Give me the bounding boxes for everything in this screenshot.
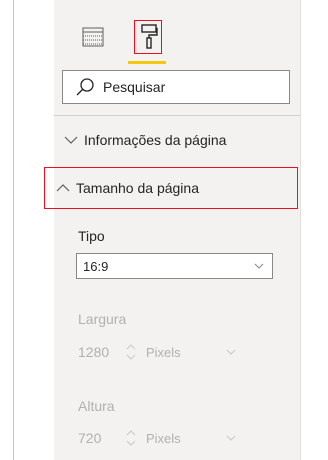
fields-tab[interactable] — [78, 20, 108, 54]
search-box[interactable] — [62, 70, 290, 104]
chevron-down-icon — [254, 263, 264, 269]
section-page-size[interactable]: Tamanho da página — [44, 167, 298, 209]
height-value[interactable]: 720 — [78, 430, 124, 446]
width-label: Largura — [78, 311, 127, 327]
width-unit[interactable]: Pixels — [146, 345, 226, 360]
chevron-down-icon — [226, 435, 236, 441]
section-page-info-label: Informações da página — [84, 132, 227, 148]
search-icon — [76, 78, 94, 96]
width-stepper-icon[interactable] — [124, 341, 138, 363]
height-unit[interactable]: Pixels — [146, 431, 226, 446]
fields-grid-icon — [82, 27, 104, 47]
format-pane: Informações da página Tamanho da página … — [44, 0, 301, 460]
height-row: 720 Pixels — [78, 424, 278, 452]
type-select[interactable]: 16:9 — [76, 253, 273, 279]
width-value[interactable]: 1280 — [78, 344, 124, 360]
chevron-up-icon — [56, 184, 70, 192]
chevron-down-icon — [64, 136, 78, 144]
height-label: Altura — [78, 398, 115, 414]
height-stepper-icon[interactable] — [124, 427, 138, 449]
section-page-info[interactable]: Informações da página — [54, 122, 300, 158]
chevron-down-icon — [226, 349, 236, 355]
pane-tabs — [78, 20, 198, 64]
format-tab-highlight — [134, 20, 162, 54]
left-divider — [13, 0, 14, 460]
section-divider — [54, 115, 300, 116]
search-input[interactable] — [103, 79, 273, 95]
type-select-value: 16:9 — [83, 258, 109, 274]
section-page-size-label: Tamanho da página — [76, 180, 199, 196]
active-tab-indicator — [128, 61, 166, 64]
width-row: 1280 Pixels — [78, 338, 278, 366]
format-tab[interactable] — [134, 20, 164, 54]
type-label: Tipo — [78, 228, 105, 244]
